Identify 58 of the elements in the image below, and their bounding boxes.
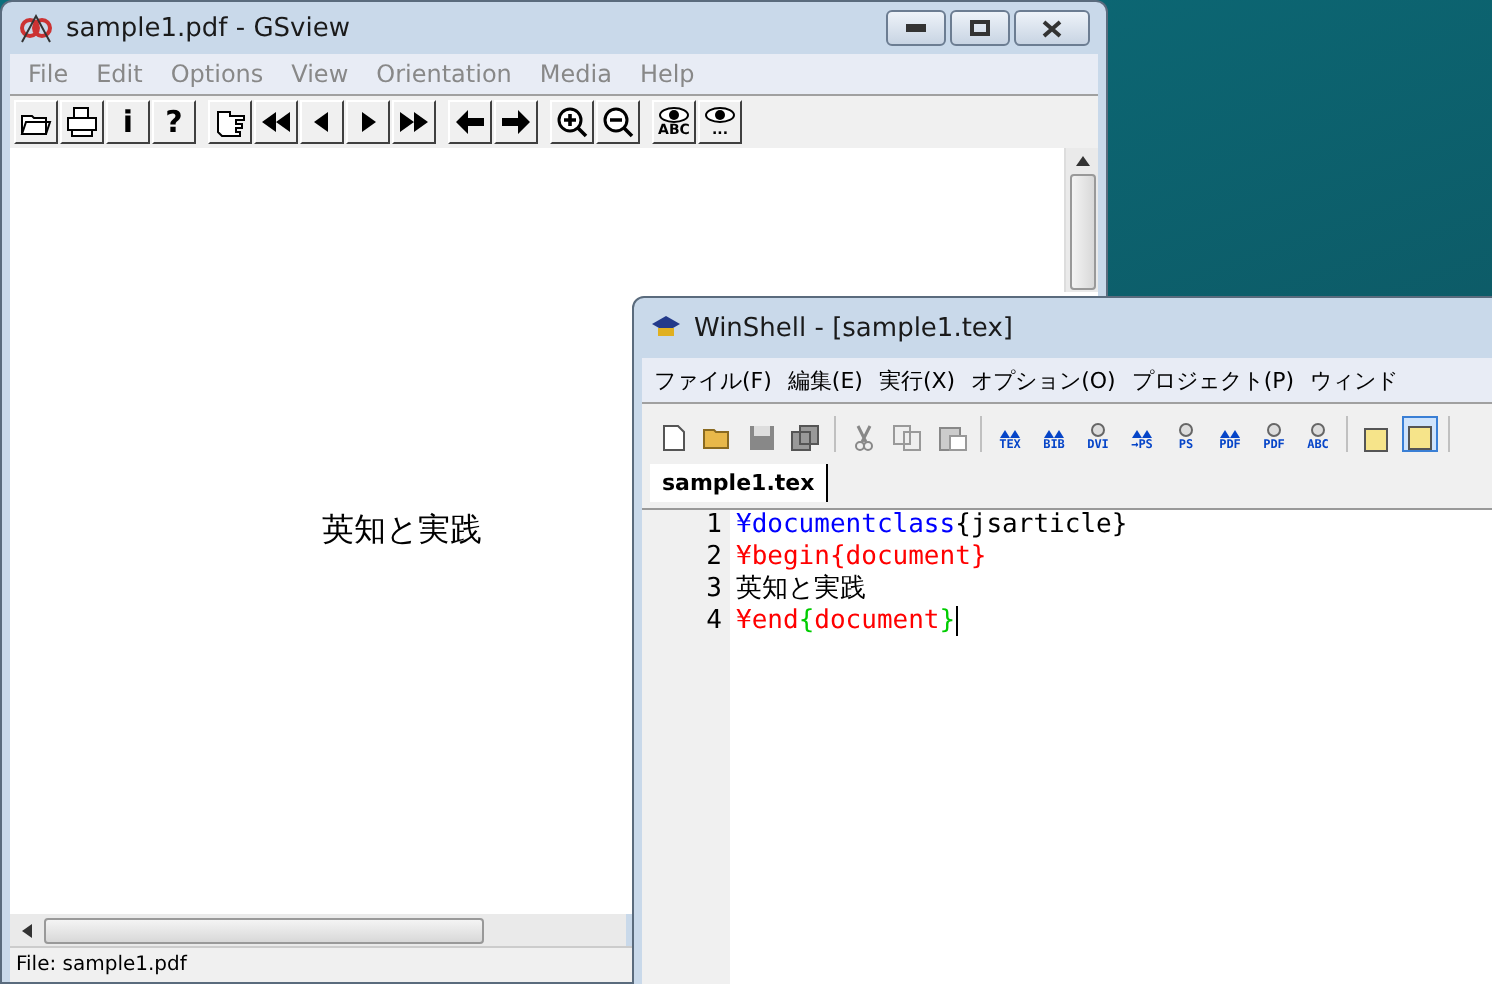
arrows-icon [1132,429,1152,437]
print-icon [66,106,98,138]
scroll-up-icon [1075,156,1089,166]
line-number: 3 [706,574,722,606]
code-line: ¥begin{document} [736,542,989,574]
open-folder-icon [702,423,734,451]
arrows-icon [1220,429,1240,437]
app-logo-icon [18,12,54,44]
close-button[interactable] [1014,10,1090,46]
magnifier-icon [1310,421,1326,437]
pane-icon [1408,425,1432,449]
zoom-in-icon [556,106,588,138]
magnifier-icon [1090,421,1106,437]
pointing-hand-icon [214,106,246,138]
eye-icon [658,106,690,124]
menu-item[interactable]: ファイル(F) [646,365,780,395]
line-number: 2 [706,542,722,574]
menu-item[interactable]: オプション(O) [963,365,1124,395]
horizontal-scrollbar[interactable] [10,914,626,946]
arrows-icon [1000,429,1020,437]
minimize-button[interactable] [886,10,946,46]
menu-item[interactable]: プロジェクト(P) [1123,365,1303,395]
zoom-out-icon [602,106,634,138]
arrows-icon [1044,429,1064,437]
stacked-disks-icon [790,423,822,451]
clipboard-icon [936,423,968,451]
copy-icon [892,423,924,451]
scroll-left-icon [22,923,32,937]
page-text: 英知と実践 [322,510,482,552]
eye-icon [704,106,736,124]
menu-item[interactable]: 実行(X) [870,365,964,395]
menu-item[interactable]: ウィンド [1302,365,1407,395]
left-arrow-icon [454,106,486,138]
right-arrow-icon [500,106,532,138]
new-document-icon [658,423,690,451]
line-number: 1 [706,510,722,542]
menu-item[interactable]: 編集(E) [779,365,871,395]
line-number: 4 [706,606,722,638]
magnifier-icon [1178,421,1194,437]
magnifier-icon [1266,421,1282,437]
toolbar-button[interactable] [1402,415,1438,451]
close-icon [1042,19,1062,37]
vertical-scrollbar[interactable] [1064,148,1098,292]
window-title: sample1.pdf - GSview [66,13,350,43]
pane-icon [1364,427,1388,451]
code-line: ¥end{document} [736,606,960,638]
code-line: ¥documentclass{jsarticle} [736,510,1128,542]
minimize-icon [906,24,926,32]
file-tab[interactable]: sample1.tex [650,464,829,502]
restore-button[interactable] [950,10,1010,46]
double-right-arrow-icon [398,106,430,138]
restore-icon [970,20,990,36]
code-line: 英知と実践 [736,574,868,606]
window-title: WinShell - [sample1.tex] [694,313,1013,343]
status-text: File: sample1.pdf [16,954,187,976]
toolbar-button[interactable]: i [106,100,150,144]
double-left-arrow-icon [260,106,292,138]
toolbar-button[interactable]: ? [152,100,196,144]
